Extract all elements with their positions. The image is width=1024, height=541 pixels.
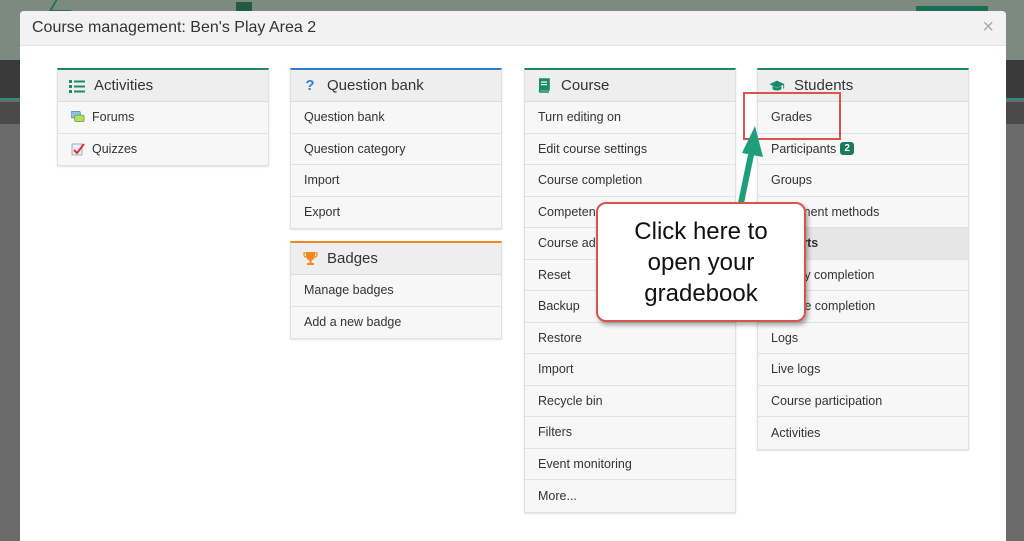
question-bank-card-header: ? Question bank (291, 70, 501, 102)
list-icon (69, 78, 85, 94)
forum-icon (71, 110, 85, 124)
question-bank-column: ? Question bank Question bank Question c… (290, 68, 502, 351)
course-completion-link[interactable]: Course completion (525, 165, 735, 197)
badges-title: Badges (327, 250, 378, 267)
activities-title: Activities (94, 77, 154, 94)
question-import-link[interactable]: Import (291, 165, 501, 197)
badges-card-header: Badges (291, 243, 501, 275)
book-icon (536, 78, 552, 94)
logs-link[interactable]: Logs (758, 322, 968, 354)
manage-badges-link[interactable]: Manage badges (291, 275, 501, 307)
course-title: Course (561, 77, 610, 94)
question-bank-link[interactable]: Question bank (291, 102, 501, 134)
live-logs-link[interactable]: Live logs (758, 354, 968, 386)
course-card-header: Course (525, 70, 735, 102)
annotation-callout: Click here to open your gradebook (596, 202, 806, 322)
recycle-bin-link[interactable]: Recycle bin (525, 385, 735, 417)
course-import-link[interactable]: Import (525, 354, 735, 386)
question-mark-icon: ? (305, 77, 315, 94)
activities-column: Activities Forums Quizzes (57, 68, 269, 178)
activities-report-link[interactable]: Activities (758, 417, 968, 449)
activity-label: Forums (92, 110, 135, 125)
question-export-link[interactable]: Export (291, 196, 501, 228)
question-bank-title: Question bank (327, 77, 424, 94)
groups-link[interactable]: Groups (758, 165, 968, 197)
restore-link[interactable]: Restore (525, 322, 735, 354)
grades-highlight-box (743, 92, 841, 140)
question-category-link[interactable]: Question category (291, 133, 501, 165)
activity-item-quizzes[interactable]: Quizzes (58, 133, 268, 165)
course-participation-link[interactable]: Course participation (758, 385, 968, 417)
edit-course-settings-link[interactable]: Edit course settings (525, 133, 735, 165)
trophy-icon (302, 251, 318, 267)
more-link[interactable]: More... (525, 480, 735, 512)
activities-card: Activities Forums Quizzes (57, 68, 269, 166)
question-bank-card: ? Question bank Question bank Question c… (290, 68, 502, 229)
filters-link[interactable]: Filters (525, 417, 735, 449)
modal-header: Course management: Ben's Play Area 2 × (20, 11, 1006, 46)
activity-label: Quizzes (92, 142, 138, 157)
modal-title: Course management: Ben's Play Area 2 (32, 19, 317, 36)
participants-label: Participants (771, 141, 837, 156)
badges-card: Badges Manage badges Add a new badge (290, 241, 502, 339)
add-badge-link[interactable]: Add a new badge (291, 306, 501, 338)
event-monitoring-link[interactable]: Event monitoring (525, 448, 735, 480)
activity-item-forums[interactable]: Forums (58, 102, 268, 134)
turn-editing-on-link[interactable]: Turn editing on (525, 102, 735, 134)
close-button[interactable]: × (982, 16, 994, 38)
quiz-icon (71, 142, 85, 156)
participants-count-badge: 2 (840, 142, 854, 156)
activities-card-header: Activities (58, 70, 268, 102)
